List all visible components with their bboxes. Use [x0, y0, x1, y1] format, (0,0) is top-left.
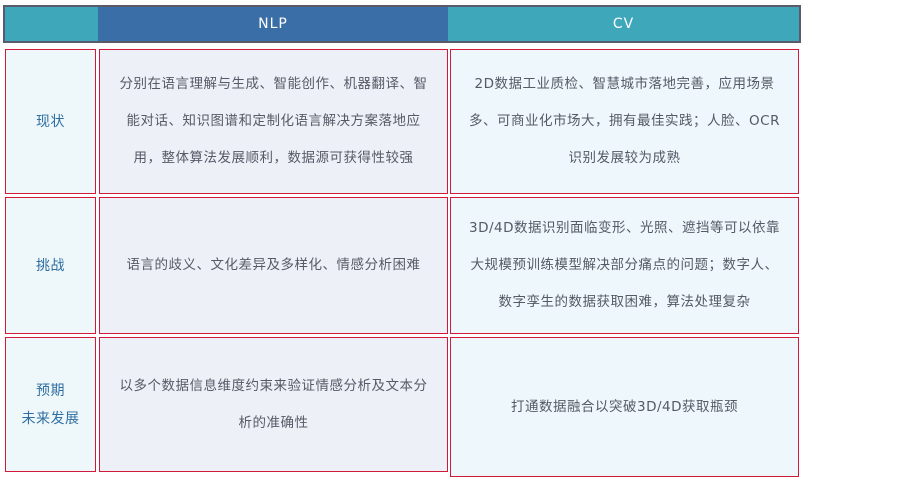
- row-label-line2: 未来发展: [21, 410, 80, 427]
- nlp-outlook-text: 以多个数据信息维度约束来验证情感分析及文本分析的准确性: [119, 377, 428, 431]
- row-label-text: 挑战: [36, 257, 65, 274]
- cv-status-cell: 2D数据工业质检、智慧城市落地完善，应用场景多、可商业化市场大，拥有最佳实践；人…: [450, 49, 799, 194]
- comparison-table: NLP CV 现状 分别在语言理解与生成、智能创作、机器翻译、智能对话、知识图谱…: [3, 5, 801, 479]
- row-label-line1: 预期: [36, 382, 65, 399]
- header-cv-label: CV: [612, 16, 635, 32]
- cv-challenge-cell: 3D/4D数据识别面临变形、光照、遮挡等可以依靠大规模预训练模型解决部分痛点的问…: [450, 197, 799, 334]
- header-nlp-label: NLP: [258, 16, 288, 32]
- cv-challenge-text: 3D/4D数据识别面临变形、光照、遮挡等可以依靠大规模预训练模型解决部分痛点的问…: [468, 220, 781, 310]
- cv-status-text: 2D数据工业质检、智慧城市落地完善，应用场景多、可商业化市场大，拥有最佳实践；人…: [469, 76, 780, 166]
- row-label-text: 预期 未来发展: [18, 377, 84, 433]
- nlp-challenge-text: 语言的歧义、文化差异及多样化、情感分析困难: [126, 257, 421, 273]
- header-cv: CV: [448, 5, 801, 43]
- row-label-status: 现状: [5, 49, 96, 194]
- cv-outlook-cell: 打通数据融合以突破3D/4D获取瓶颈: [450, 337, 799, 477]
- header-nlp: NLP: [98, 5, 448, 43]
- nlp-status-cell: 分别在语言理解与生成、智能创作、机器翻译、智能对话、知识图谱和定制化语言解决方案…: [99, 49, 448, 194]
- nlp-challenge-cell: 语言的歧义、文化差异及多样化、情感分析困难: [99, 197, 448, 334]
- nlp-outlook-cell: 以多个数据信息维度约束来验证情感分析及文本分析的准确性: [99, 337, 448, 472]
- nlp-status-text: 分别在语言理解与生成、智能创作、机器翻译、智能对话、知识图谱和定制化语言解决方案…: [119, 76, 428, 166]
- row-label-text: 现状: [36, 113, 65, 130]
- cv-outlook-text: 打通数据融合以突破3D/4D获取瓶颈: [510, 398, 739, 415]
- header-corner-cell: [3, 5, 98, 43]
- row-label-outlook: 预期 未来发展: [5, 337, 96, 472]
- row-label-challenge: 挑战: [5, 197, 96, 334]
